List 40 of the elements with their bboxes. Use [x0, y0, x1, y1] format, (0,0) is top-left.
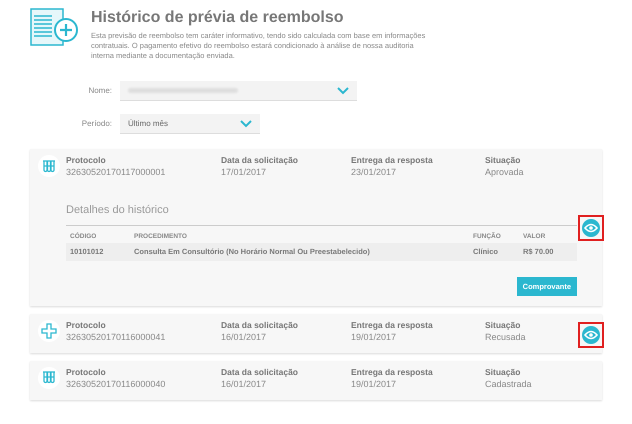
select-field[interactable]: [120, 81, 357, 101]
field-value: 32630520170117000001: [66, 166, 166, 178]
field-value: 32630520170116000041: [66, 330, 166, 343]
field-value: Recusada: [485, 330, 527, 343]
field-value: 16/01/2017: [221, 378, 268, 390]
page-title: Histórico de prévia de reembolso: [91, 8, 345, 28]
field-label: Protocolo: [66, 155, 107, 166]
chevron-down-icon: [337, 86, 349, 94]
field-label: Protocolo: [66, 320, 107, 331]
document-plus-icon: [30, 8, 78, 48]
test-tubes-icon: [42, 371, 56, 384]
eye-icon: [584, 330, 598, 340]
field-label: Data da solicitação: [221, 320, 300, 331]
field-label: Entrega da resposta: [351, 155, 434, 166]
field-label: Situação: [485, 366, 522, 378]
field-label: Período:: [80, 118, 113, 130]
field-label: Situação: [485, 320, 522, 331]
field-value: Cadastrada: [485, 378, 533, 390]
field-label: Entrega da resposta: [351, 366, 434, 378]
medical-cross-icon: [41, 322, 57, 339]
chevron-down-icon: [240, 120, 252, 128]
section-title: Detalhes do histórico: [66, 202, 577, 226]
view-button[interactable]: [582, 219, 600, 237]
field-value: 19/01/2017: [351, 330, 398, 343]
field-label: Entrega da resposta: [351, 320, 434, 331]
field-value: 19/01/2017: [351, 378, 398, 390]
test-tubes-icon: [42, 160, 56, 172]
field-label: Situação: [485, 155, 522, 166]
field-value: 16/01/2017: [221, 330, 268, 343]
view-button[interactable]: [582, 326, 600, 344]
field-value: 17/01/2017: [221, 166, 268, 178]
field-label: Nome:: [87, 85, 113, 97]
field-label: Protocolo: [66, 366, 107, 378]
field-value: Aprovada: [485, 166, 525, 178]
eye-icon: [584, 223, 598, 233]
field-value: 23/01/2017: [351, 166, 398, 178]
select-field[interactable]: Último mês: [120, 114, 260, 134]
field-label: Data da solicitação: [221, 366, 300, 378]
field-value: 32630520170116000040: [66, 378, 166, 390]
field-label: Data da solicitação: [221, 155, 300, 166]
